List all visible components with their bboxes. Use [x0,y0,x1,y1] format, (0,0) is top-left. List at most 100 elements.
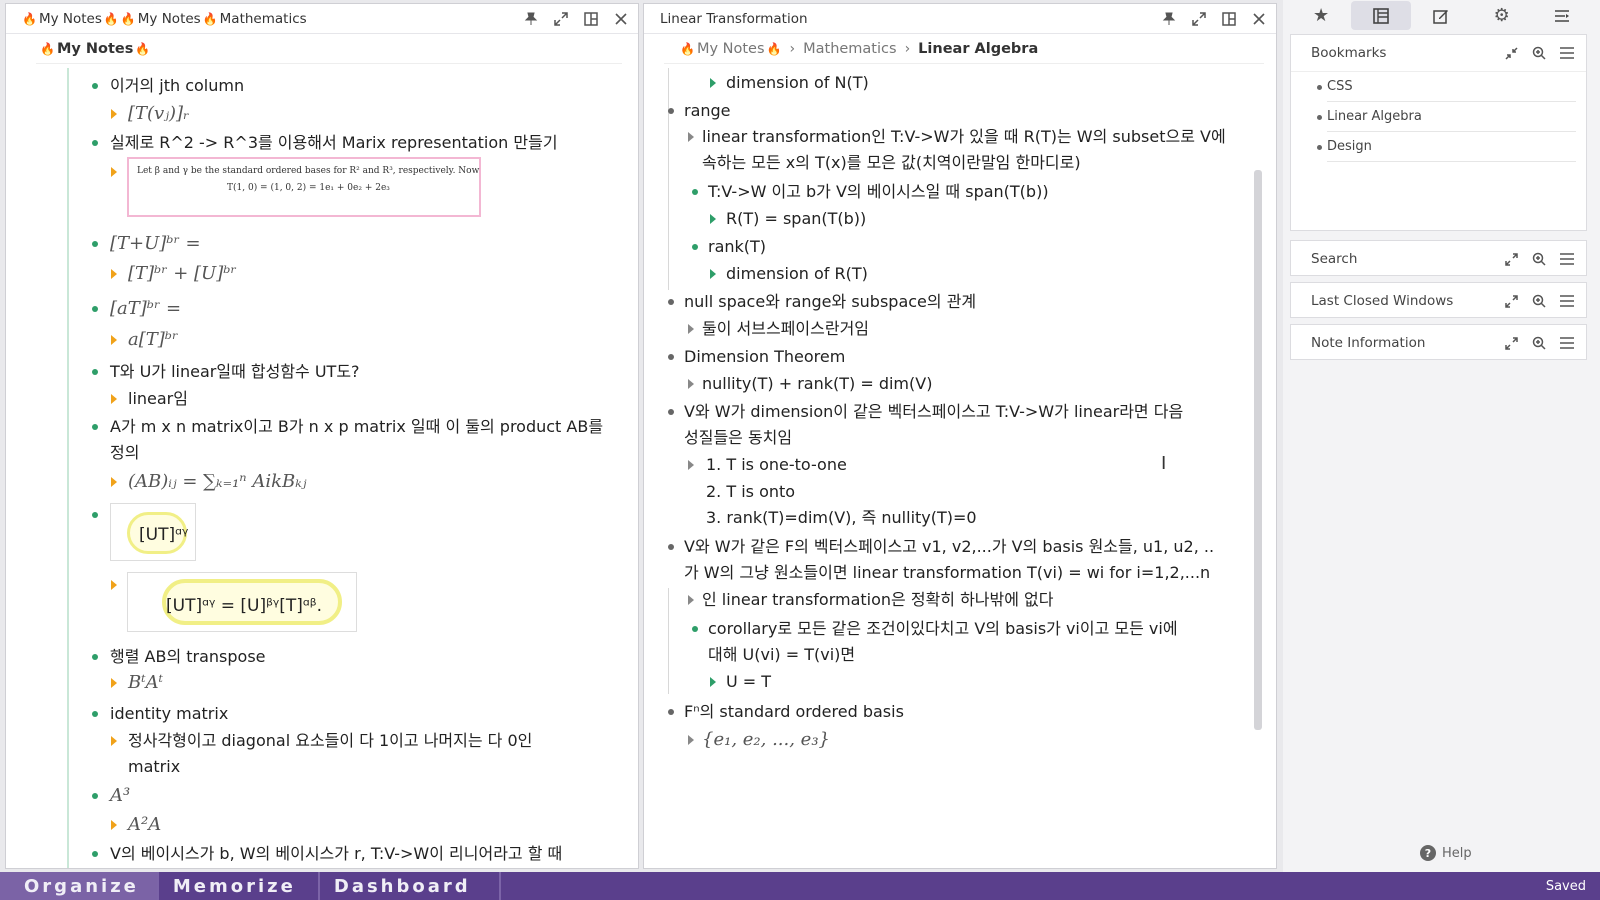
list-item[interactable]: nullity(T) + rank(T) = dim(V) [688,370,932,397]
expand-icon[interactable] [1502,250,1520,268]
pin-icon[interactable] [1160,10,1178,28]
list-item[interactable]: [T]ᵇʳ + [U]ᵇʳ [111,260,237,287]
list-item[interactable]: V와 W가 같은 F의 벡터스페이스고 v1, v2,...가 V의 basis… [668,533,1214,560]
split-icon[interactable] [1220,10,1238,28]
breadcrumb-current[interactable]: Linear Algebra [918,41,1038,57]
list-item[interactable]: U = T [710,668,771,695]
memorize-button[interactable]: Memorize [159,872,320,900]
list-item[interactable]: V와 W가 dimension이 같은 벡터스페이스고 T:V->W가 line… [668,398,1183,425]
list-item[interactable]: 1. T is one-to-one [688,451,847,478]
list-item[interactable]: R(T) = span(T(b)) [710,205,866,232]
pasted-image[interactable]: [UT]ᵅᵞ = [U]ᵝᵞ[T]ᵅᵝ. [127,572,357,632]
list-item[interactable]: Dimension Theorem [668,343,845,370]
expand-triangle-icon[interactable] [111,109,117,119]
expand-triangle-icon[interactable] [688,132,694,142]
expand-triangle-icon[interactable] [111,477,117,487]
split-icon[interactable] [582,10,600,28]
list-item[interactable]: {e₁, e₂, ..., e₃} [688,726,830,753]
organize-button[interactable]: Organize [0,872,159,900]
maximize-icon[interactable] [1190,10,1208,28]
list-item[interactable]: range [668,97,731,124]
expand-triangle-icon[interactable] [688,735,694,745]
expand-triangle-icon[interactable] [111,167,117,177]
list-item[interactable]: corollary로 모든 같은 조건이있다치고 V의 basis가 vi이고 … [692,615,1178,642]
list-item[interactable]: [aT]ᵇʳ = [91,295,181,322]
dashboard-button[interactable]: Dashboard [320,872,501,900]
list-item[interactable]: T:V->W 이고 b가 V의 베이시스일 때 span(T(b)) [692,178,1049,205]
list-item[interactable]: linear transformation인 T:V->W가 있을 때 R(T)… [688,123,1226,150]
expand-triangle-icon[interactable] [111,736,117,746]
expand-triangle-icon[interactable] [710,214,716,224]
hamburger-menu-icon[interactable] [1558,44,1576,62]
list-item[interactable]: A가 m x n matrix이고 B가 n x p matrix 일때 이 둘… [91,413,603,440]
list-item[interactable]: rank(T) [692,233,766,260]
left-note-panel: 🔥 My Notes 🔥 🔥 My Notes 🔥 Mathematics 🔥 M… [5,3,639,869]
hamburger-menu-icon[interactable] [1558,334,1576,352]
list-item[interactable]: 인 linear transformation은 정확히 하나밖에 없다 [688,586,1054,613]
list-item[interactable]: a[T]ᵇʳ [111,326,178,353]
list-item[interactable]: 실제로 R^2 -> R^3를 이용해서 Marix representatio… [92,129,558,156]
list-item[interactable]: null space와 range와 subspace의 관계 [668,288,976,315]
expand-triangle-icon[interactable] [111,335,117,345]
list-item[interactable]: Fⁿ의 standard ordered basis [668,698,904,725]
pin-icon[interactable] [522,10,540,28]
list-item[interactable]: 행렬 AB의 transpose [92,643,266,670]
help-link[interactable]: ? Help [1420,845,1472,861]
zoom-in-icon[interactable] [1530,334,1548,352]
star-icon[interactable]: ★ [1291,1,1351,30]
list-item[interactable]: T와 U가 linear일때 합성함수 UT도? [92,358,360,385]
list-item[interactable]: (AB)ᵢⱼ = ∑ₖ₌₁ⁿ AikBₖⱼ [111,468,307,495]
list-item[interactable]: BᵗAᵗ [111,669,163,696]
left-panel-title: 🔥 My Notes 🔥 🔥 My Notes 🔥 Mathematics [22,11,522,27]
breadcrumb-note[interactable]: My Notes [57,41,133,57]
expand-triangle-icon[interactable] [710,677,716,687]
list-item[interactable]: A³ [91,782,130,809]
breadcrumb-root[interactable]: My Notes [697,41,765,57]
pasted-image[interactable]: [UT]ᵅᵞ [110,503,196,561]
expand-icon[interactable] [1502,334,1520,352]
expand-icon[interactable] [1502,292,1520,310]
list-item[interactable]: 둘이 서브스페이스란거임 [688,315,869,342]
hamburger-menu-icon[interactable] [1558,250,1576,268]
list-item[interactable]: dimension of R(T) [710,260,868,287]
pasted-image[interactable]: Let β and γ be the standard ordered base… [127,157,481,217]
list-item[interactable]: dimension of N(T) [710,69,869,96]
menu-collapse-icon[interactable] [1532,1,1592,30]
edit-icon[interactable] [1411,1,1471,30]
expand-triangle-icon[interactable] [710,269,716,279]
expand-triangle-icon[interactable] [688,324,694,334]
expand-triangle-icon[interactable] [688,595,694,605]
close-icon[interactable] [612,10,630,28]
scrollbar[interactable] [1254,170,1262,730]
close-icon[interactable] [1250,10,1268,28]
list-item[interactable]: identity matrix [91,700,228,727]
list-item[interactable]: .bullet::before{left:-18px;top:11px;} 이거… [91,72,244,99]
notes-panel-icon[interactable] [1351,1,1412,30]
breadcrumb-mid[interactable]: Mathematics [803,41,896,57]
expand-triangle-icon[interactable] [688,379,694,389]
list-item[interactable]: linear임 [111,385,188,412]
list-item[interactable]: V의 베이시스가 b, W의 베이시스가 r, T:V->W이 리니어라고 할 … [91,840,562,867]
maximize-icon[interactable] [552,10,570,28]
list-item[interactable]: 정사각형이고 diagonal 요소들이 다 1이고 나머지는 다 0인 [111,727,532,754]
expand-triangle-icon[interactable] [111,394,117,404]
gear-icon[interactable]: ⚙ [1472,1,1532,30]
zoom-in-icon[interactable] [1530,250,1548,268]
expand-triangle-icon[interactable] [710,78,716,88]
expand-triangle-icon[interactable] [111,820,117,830]
list-item[interactable]: [T+U]ᵇʳ = [92,230,201,257]
hamburger-menu-icon[interactable] [1558,292,1576,310]
collapse-icon[interactable] [1502,44,1520,62]
bookmark-item[interactable]: Design [1317,132,1576,162]
bookmark-item[interactable]: CSS [1317,72,1576,102]
expand-triangle-icon[interactable] [688,460,694,470]
expand-triangle-icon[interactable] [111,269,117,279]
expand-triangle-icon[interactable] [111,580,117,590]
flame-icon: 🔥 [680,41,695,56]
expand-triangle-icon[interactable] [111,678,117,688]
zoom-in-icon[interactable] [1530,292,1548,310]
zoom-in-icon[interactable] [1530,44,1548,62]
list-item[interactable]: A²A [111,811,161,838]
bookmark-item[interactable]: Linear Algebra [1317,102,1576,132]
list-item[interactable]: [T(vⱼ)]ᵣ [111,100,189,127]
